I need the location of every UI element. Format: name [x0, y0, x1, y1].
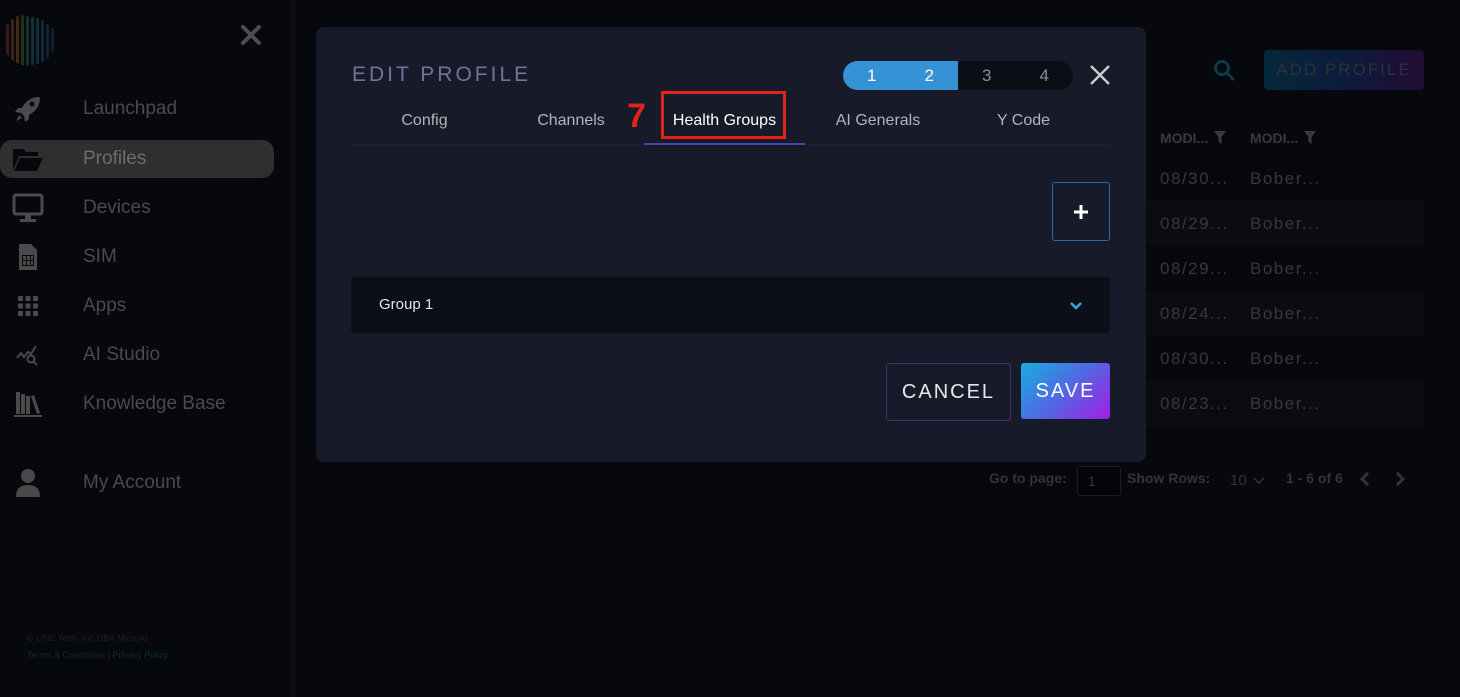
- sim-card-icon: [12, 241, 44, 273]
- sidebar-item-ai-studio[interactable]: AI Studio: [0, 336, 274, 374]
- column-header-label: MODI...: [1250, 130, 1299, 146]
- footer-links: Terms & Conditions | Privacy Policy: [27, 650, 168, 660]
- tab-channels[interactable]: Channels: [498, 97, 644, 145]
- step-3[interactable]: 3: [958, 61, 1016, 90]
- sidebar: Launchpad Profiles Devices SIM Apps AI S…: [0, 0, 292, 697]
- sidebar-divider: [292, 0, 296, 697]
- folder-open-icon: [12, 143, 44, 175]
- rows-per-page-select[interactable]: 10: [1230, 472, 1265, 496]
- table-row[interactable]: 08/29... Bober...: [1146, 246, 1424, 291]
- cell-modified-by: Bober...: [1250, 394, 1321, 413]
- cell-modified-date: 08/24...: [1160, 304, 1229, 323]
- annotation-step-number: 7: [627, 97, 646, 135]
- rows-per-page-value: 10: [1230, 472, 1247, 489]
- add-group-button[interactable]: [1052, 182, 1110, 241]
- copyright-text: © ONE Tech, Inc DBA MicroAI: [27, 633, 148, 643]
- close-icon: [241, 25, 261, 45]
- go-to-page-label: Go to page:: [989, 470, 1067, 486]
- sidebar-item-label: Apps: [83, 295, 127, 316]
- sidebar-item-knowledge-base[interactable]: Knowledge Base: [0, 385, 274, 423]
- sidebar-item-label: Devices: [83, 197, 151, 218]
- step-indicator: 1 2 3 4: [843, 61, 1073, 90]
- sidebar-item-sim[interactable]: SIM: [0, 238, 274, 276]
- sidebar-item-label: Knowledge Base: [83, 393, 226, 414]
- search-button[interactable]: [1212, 58, 1236, 82]
- cell-modified-date: 08/30...: [1160, 169, 1229, 188]
- chevron-left-icon: [1359, 471, 1370, 487]
- cell-modified-date: 08/23...: [1160, 394, 1229, 413]
- table-row[interactable]: 08/23... Bober...: [1146, 381, 1424, 426]
- monitor-icon: [12, 192, 44, 224]
- cell-modified-by: Bober...: [1250, 349, 1321, 368]
- sidebar-item-label: Profiles: [83, 148, 147, 169]
- cell-modified-date: 08/29...: [1160, 214, 1229, 233]
- chevron-right-icon: [1395, 471, 1406, 487]
- cell-modified-by: Bober...: [1250, 214, 1321, 233]
- annotation-highlight-box: [661, 91, 786, 139]
- modal-title: EDIT PROFILE: [352, 63, 532, 86]
- footer-separator: |: [107, 650, 110, 660]
- table-row[interactable]: 08/30... Bober...: [1146, 156, 1424, 201]
- sidebar-item-launchpad[interactable]: Launchpad: [0, 90, 274, 128]
- column-header-label: MODI...: [1160, 130, 1209, 146]
- sidebar-item-label: SIM: [83, 246, 117, 267]
- close-modal-button[interactable]: [1088, 63, 1112, 87]
- cell-modified-date: 08/30...: [1160, 349, 1229, 368]
- page-range-text: 1 - 6 of 6: [1286, 470, 1343, 486]
- chevron-down-icon: [1253, 477, 1265, 485]
- grid-icon: [12, 290, 44, 322]
- sidebar-item-label: Launchpad: [83, 98, 178, 119]
- table-row[interactable]: 08/29... Bober...: [1146, 201, 1424, 246]
- chevron-down-icon[interactable]: [1068, 299, 1084, 313]
- column-header-modified-date[interactable]: MODI...: [1160, 130, 1227, 146]
- privacy-link[interactable]: Privacy Policy: [112, 650, 168, 660]
- save-button[interactable]: SAVE: [1021, 363, 1110, 419]
- sidebar-item-my-account[interactable]: My Account: [0, 464, 274, 502]
- cancel-button[interactable]: CANCEL: [886, 363, 1011, 421]
- column-header-modified-by[interactable]: MODI...: [1250, 130, 1317, 146]
- prev-page-button[interactable]: [1359, 471, 1370, 496]
- add-profile-button[interactable]: ADD PROFILE: [1264, 50, 1424, 90]
- edit-profile-modal: EDIT PROFILE 1 2 3 4 Config Channels Hea…: [316, 27, 1146, 462]
- step-1[interactable]: 1: [843, 61, 901, 90]
- cell-modified-by: Bober...: [1250, 169, 1321, 188]
- sidebar-item-profiles[interactable]: Profiles: [0, 140, 274, 178]
- sidebar-item-label: My Account: [83, 472, 182, 493]
- search-icon: [1214, 60, 1235, 81]
- cell-modified-by: Bober...: [1250, 259, 1321, 278]
- step-2[interactable]: 2: [900, 61, 958, 90]
- step-4[interactable]: 4: [1016, 61, 1074, 90]
- group-name: Group 1: [379, 296, 434, 313]
- tab-config[interactable]: Config: [352, 97, 497, 145]
- active-tab-indicator: [644, 143, 805, 145]
- group-accordion-item[interactable]: Group 1: [351, 277, 1110, 333]
- tab-ai-generals[interactable]: AI Generals: [805, 97, 951, 145]
- filter-icon[interactable]: [1214, 131, 1227, 145]
- show-rows-label: Show Rows:: [1127, 470, 1211, 486]
- microai-logo: [2, 10, 56, 66]
- sidebar-item-label: AI Studio: [83, 344, 161, 365]
- table-row[interactable]: 08/24... Bober...: [1146, 291, 1424, 336]
- terms-link[interactable]: Terms & Conditions: [27, 650, 105, 660]
- next-page-button[interactable]: [1395, 471, 1406, 496]
- cell-modified-by: Bober...: [1250, 304, 1321, 323]
- sidebar-item-devices[interactable]: Devices: [0, 189, 274, 227]
- chart-search-icon: [12, 339, 44, 371]
- filter-icon[interactable]: [1304, 131, 1317, 145]
- table-row[interactable]: 08/30... Bober...: [1146, 336, 1424, 381]
- tab-y-code[interactable]: Y Code: [951, 97, 1096, 145]
- cell-modified-date: 08/29...: [1160, 259, 1229, 278]
- user-icon: [12, 467, 44, 499]
- go-to-page-input[interactable]: 1: [1077, 466, 1121, 496]
- close-sidebar-button[interactable]: [238, 24, 264, 50]
- books-icon: [12, 388, 44, 420]
- close-icon: [1090, 65, 1110, 85]
- rocket-icon: [12, 93, 44, 125]
- plus-icon: [1074, 204, 1088, 219]
- sidebar-item-apps[interactable]: Apps: [0, 287, 274, 325]
